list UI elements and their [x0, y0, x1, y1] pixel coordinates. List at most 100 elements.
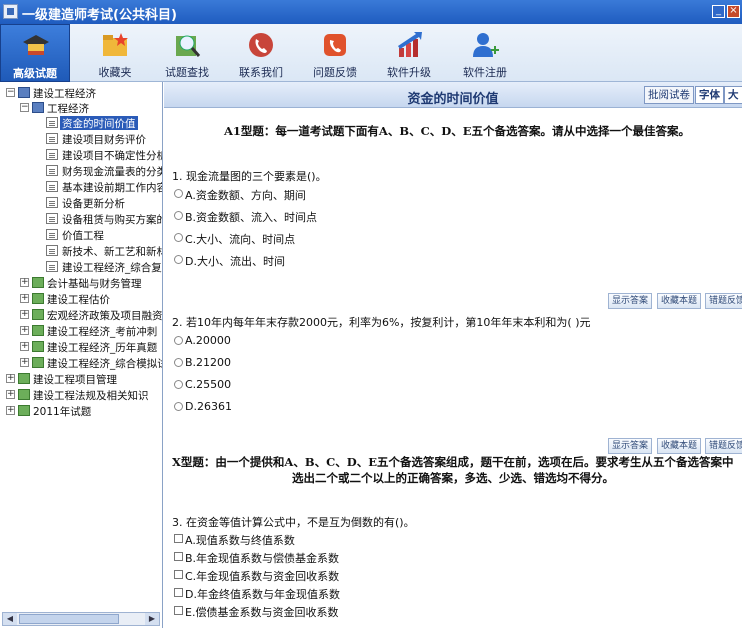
tree-item[interactable]: + 会计基础与财务管理	[0, 276, 162, 290]
toolbar-label: 高级试题	[13, 67, 57, 80]
radio-button[interactable]	[174, 255, 183, 264]
expand-icon[interactable]: +	[6, 390, 15, 399]
expand-icon[interactable]: +	[20, 310, 29, 319]
tree-item[interactable]: + 建设工程法规及相关知识	[0, 388, 162, 402]
tree-item[interactable]: − 工程经济	[0, 101, 162, 115]
page-icon	[46, 197, 58, 208]
tree-item-label: 2011年试题	[33, 406, 92, 418]
scroll-left-icon[interactable]: ◀	[3, 613, 17, 625]
tree-item-label: 会计基础与财务管理	[47, 278, 142, 290]
tree-item-label: 建设工程经济	[33, 88, 96, 100]
question-2-text: 2. 若10年内每年年末存款2000元，利率为6%，按复利计，第10年年末本利和…	[172, 316, 591, 329]
tree-item[interactable]: + 建设工程经济_综合模拟试题	[0, 356, 162, 370]
minimize-button[interactable]: _	[712, 5, 725, 18]
toolbar-contact-us[interactable]: 联系我们	[226, 24, 296, 82]
tree-item[interactable]: 建设项目不确定性分析	[0, 148, 162, 162]
tree-item[interactable]: + 建设工程经济_考前冲刺	[0, 324, 162, 338]
tree-item[interactable]: 价值工程	[0, 228, 162, 242]
checkbox[interactable]	[174, 534, 183, 543]
user-add-icon	[473, 33, 499, 57]
favorite-question-button[interactable]: 收藏本题	[657, 293, 702, 309]
tree-item[interactable]: 基本建设前期工作内容	[0, 180, 162, 194]
error-report-button[interactable]: 错题反馈	[705, 293, 742, 309]
tree-item[interactable]: + 宏观经济政策及项目融资	[0, 308, 162, 322]
tree-item[interactable]: 设备更新分析	[0, 196, 162, 210]
tree-item[interactable]: + 建设工程估价	[0, 292, 162, 306]
section-x-instructions-line1: X型题：由一个提供和A、B、C、D、E五个备选答案组成，题干在前，选项在后。要求…	[172, 455, 734, 469]
radio-button[interactable]	[174, 211, 183, 220]
scroll-right-icon[interactable]: ▶	[145, 613, 159, 625]
option-label: C.大小、流向、时间点	[185, 233, 296, 246]
tree-item-label: 资金的时间价值	[60, 116, 138, 130]
tree-item[interactable]: + 2011年试题	[0, 404, 162, 418]
radio-button[interactable]	[174, 189, 183, 198]
window-title: 一级建造师考试(公共科目)	[22, 8, 177, 23]
checkbox[interactable]	[174, 552, 183, 561]
radio-button[interactable]	[174, 402, 183, 411]
tree-item[interactable]: + 建设工程经济_历年真题	[0, 340, 162, 354]
expand-icon[interactable]: +	[20, 358, 29, 367]
expand-icon[interactable]: +	[20, 342, 29, 351]
scrollbar-thumb[interactable]	[19, 614, 119, 624]
font-button[interactable]: 字体	[695, 86, 724, 104]
collapse-icon[interactable]: −	[20, 103, 29, 112]
show-answer-button[interactable]: 显示答案	[608, 438, 653, 454]
title-bar: 一级建造师考试(公共科目) _ ×	[0, 0, 742, 24]
error-report-button[interactable]: 错题反馈	[705, 438, 742, 454]
folder-icon	[18, 405, 30, 416]
tree-item[interactable]: 财务现金流量表的分类与	[0, 164, 162, 178]
expand-icon[interactable]: +	[20, 278, 29, 287]
expand-icon[interactable]: +	[20, 294, 29, 303]
question-1-text: 1. 现金流量图的三个要素是()。	[172, 170, 327, 183]
toolbar-search-questions[interactable]: 试题查找	[152, 24, 222, 82]
radio-button[interactable]	[174, 358, 183, 367]
toolbar: 高级试题 收藏夹 试题查找 联系我们 问题反馈 软件升级 软件注册	[0, 24, 742, 82]
tree-item[interactable]: 新技术、新工艺和新材料	[0, 244, 162, 258]
horizontal-scrollbar[interactable]: ◀ ▶	[2, 612, 160, 626]
tree-item-label: 建设项目不确定性分析	[62, 150, 162, 162]
phone-icon	[249, 33, 273, 57]
tree-item[interactable]: 建设工程经济_综合复习	[0, 260, 162, 274]
folder-icon	[18, 373, 30, 384]
tree-item-label: 建设项目财务评价	[62, 134, 146, 146]
checkbox[interactable]	[174, 570, 183, 579]
option-label: D.大小、流出、时间	[185, 255, 285, 268]
folder-icon	[32, 341, 44, 352]
expand-icon[interactable]: +	[6, 374, 15, 383]
expand-icon[interactable]: +	[6, 406, 15, 415]
checkbox[interactable]	[174, 606, 183, 615]
toolbar-advanced-questions[interactable]: 高级试题	[0, 24, 70, 82]
page-icon	[46, 149, 58, 160]
font-large-button[interactable]: 大	[724, 86, 742, 104]
toolbar-feedback[interactable]: 问题反馈	[300, 24, 370, 82]
option-label: E.偿债基金系数与资金回收系数	[185, 606, 339, 619]
collapse-icon[interactable]: −	[6, 88, 15, 97]
show-answer-button[interactable]: 显示答案	[608, 293, 653, 309]
toolbar-register[interactable]: 软件注册	[450, 24, 520, 82]
upgrade-arrow-icon	[398, 32, 422, 57]
checkbox[interactable]	[174, 588, 183, 597]
page-icon	[46, 181, 58, 192]
close-button[interactable]: ×	[727, 5, 740, 18]
page-icon	[46, 133, 58, 144]
feedback-icon	[324, 34, 346, 56]
tree-item-selected[interactable]: 资金的时间价值	[0, 116, 162, 130]
magnifier-icon	[176, 35, 201, 57]
page-icon	[46, 229, 58, 240]
review-exam-button[interactable]: 批阅试卷	[644, 86, 694, 104]
toolbar-upgrade[interactable]: 软件升级	[374, 24, 444, 82]
expand-icon[interactable]: +	[20, 326, 29, 335]
tree-item[interactable]: + 建设工程项目管理	[0, 372, 162, 386]
radio-button[interactable]	[174, 336, 183, 345]
toolbar-favorites[interactable]: 收藏夹	[80, 24, 150, 82]
radio-button[interactable]	[174, 380, 183, 389]
folder-icon	[32, 309, 44, 320]
tree-item[interactable]: − 建设工程经济	[0, 86, 162, 100]
radio-button[interactable]	[174, 233, 183, 242]
page-icon	[46, 213, 58, 224]
page-icon	[46, 261, 58, 272]
tree-item[interactable]: 建设项目财务评价	[0, 132, 162, 146]
tree-item[interactable]: 设备租赁与购买方案的比	[0, 212, 162, 226]
toolbar-label: 软件注册	[463, 66, 507, 79]
favorite-question-button[interactable]: 收藏本题	[657, 438, 702, 454]
